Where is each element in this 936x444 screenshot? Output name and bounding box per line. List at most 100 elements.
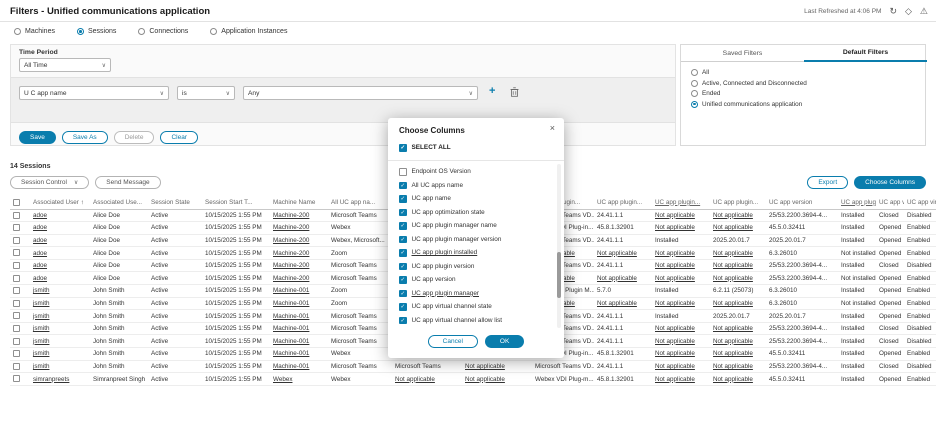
cell-machine[interactable]: Machine-200 xyxy=(270,259,328,272)
cell-user[interactable]: adoe xyxy=(30,209,90,222)
column-option[interactable]: ✓UC app plugin version xyxy=(399,260,549,274)
cell-plugin_version[interactable]: Not applicable xyxy=(710,297,766,310)
cell-machine[interactable]: Machine-001 xyxy=(270,335,328,348)
checked-checkbox[interactable]: ✓ xyxy=(399,263,407,271)
cell-mgr_version[interactable]: Not applicable xyxy=(594,297,652,310)
column-option[interactable]: ✓UC app plugin installed xyxy=(399,246,549,260)
checked-checkbox[interactable]: ✓ xyxy=(399,303,407,311)
cell-plugin_version[interactable]: Not applicable xyxy=(710,209,766,222)
cell-machine[interactable]: Machine-001 xyxy=(270,348,328,361)
row-checkbox[interactable] xyxy=(13,249,20,256)
column-option[interactable]: ✓UC app plugin manager xyxy=(399,287,549,301)
cell-mgr_version[interactable]: Not applicable xyxy=(594,247,652,260)
row-checkbox[interactable] xyxy=(13,300,20,307)
cell-user[interactable]: jsmith xyxy=(30,310,90,323)
column-header-plugin_installed[interactable]: UC app plugin... xyxy=(652,196,710,209)
cell-plugin_version[interactable]: Not applicable xyxy=(710,322,766,335)
session-control-button[interactable]: Session Control ∨ xyxy=(10,176,89,189)
send-message-button[interactable]: Send Message xyxy=(95,176,160,189)
checked-checkbox[interactable]: ✓ xyxy=(399,290,407,298)
save-button[interactable]: Save xyxy=(19,131,56,144)
row-checkbox[interactable] xyxy=(13,338,20,345)
column-option[interactable]: ✓UC app plugin manager name xyxy=(399,219,549,233)
cell-plugin_version[interactable]: Not applicable xyxy=(710,247,766,260)
row-checkbox[interactable] xyxy=(13,287,20,294)
column-header-apps[interactable]: All UC app na... xyxy=(328,196,392,209)
column-header-start[interactable]: Session Start T... xyxy=(202,196,270,209)
view-option-machines[interactable]: Machines xyxy=(14,28,55,35)
cell-plugin_version[interactable]: Not applicable xyxy=(710,360,766,373)
save-as-button[interactable]: Save As xyxy=(62,131,108,144)
delete-button[interactable]: Delete xyxy=(114,131,155,144)
delete-condition-icon[interactable] xyxy=(510,87,519,97)
cell-mgr_version[interactable]: Not applicable xyxy=(594,272,652,285)
column-option[interactable]: ✓UC app virtual channel allow list xyxy=(399,314,549,328)
header-checkbox[interactable] xyxy=(13,199,20,206)
cell-opt_state[interactable]: Not applicable xyxy=(462,373,532,386)
cell-plugin_installed[interactable]: Not applicable xyxy=(652,222,710,235)
column-header-plugin_version[interactable]: UC app plugin... xyxy=(710,196,766,209)
cell-plugin_version[interactable]: Not applicable xyxy=(710,335,766,348)
unchecked-checkbox[interactable] xyxy=(399,168,407,176)
column-header-vc_state[interactable]: UC app virtua... xyxy=(876,196,904,209)
cell-user[interactable]: jsmith xyxy=(30,322,90,335)
cell-plugin_installed[interactable]: Not applicable xyxy=(652,209,710,222)
cancel-button[interactable]: Cancel xyxy=(428,335,478,348)
cell-machine[interactable]: Machine-001 xyxy=(270,297,328,310)
column-option[interactable]: Endpoint OS Version xyxy=(399,165,549,179)
filter-value-select[interactable]: Any ∨ xyxy=(243,86,478,100)
cell-opt_state[interactable]: Not applicable xyxy=(462,360,532,373)
row-checkbox[interactable] xyxy=(13,312,20,319)
filter-operator-select[interactable]: is ∨ xyxy=(177,86,235,100)
time-period-select[interactable]: All Time ∨ xyxy=(19,58,111,72)
scrollbar-thumb[interactable] xyxy=(557,252,561,298)
tab-default-filters[interactable]: Default Filters xyxy=(804,45,927,62)
cell-machine[interactable]: Machine-200 xyxy=(270,222,328,235)
cell-user[interactable]: jsmith xyxy=(30,360,90,373)
cell-plugin_installed[interactable]: Not applicable xyxy=(652,360,710,373)
cell-user[interactable]: jsmith xyxy=(30,297,90,310)
refresh-icon[interactable]: ↻ xyxy=(889,7,897,16)
cell-user[interactable]: jsmith xyxy=(30,285,90,298)
cell-machine[interactable]: Machine-001 xyxy=(270,310,328,323)
cell-machine[interactable]: Machine-001 xyxy=(270,285,328,298)
choose-columns-button[interactable]: Choose Columns xyxy=(854,176,926,189)
column-option[interactable]: ✓UC app version xyxy=(399,273,549,287)
column-option[interactable]: ✓UC app name xyxy=(399,192,549,206)
row-checkbox[interactable] xyxy=(13,363,20,370)
default-filter-option[interactable]: Ended xyxy=(691,90,807,97)
row-checkbox[interactable] xyxy=(13,375,20,382)
checked-checkbox[interactable]: ✓ xyxy=(399,249,407,257)
column-option[interactable]: ✓UC app virtual channel state xyxy=(399,300,549,314)
default-filter-option[interactable]: Unified communications application xyxy=(691,101,807,108)
column-option[interactable]: ✓All UC apps name xyxy=(399,179,549,193)
column-header-machine[interactable]: Machine Name xyxy=(270,196,328,209)
column-header-plugin_manager[interactable]: UC app plugin... xyxy=(838,196,876,209)
cell-machine[interactable]: Machine-200 xyxy=(270,234,328,247)
cell-plugin_version[interactable]: Not applicable xyxy=(710,373,766,386)
column-header-state[interactable]: Session State xyxy=(148,196,202,209)
cell-machine[interactable]: Machine-200 xyxy=(270,272,328,285)
cell-plugin_installed[interactable]: Not applicable xyxy=(652,322,710,335)
column-option[interactable]: ✓UC app optimization state xyxy=(399,206,549,220)
cell-plugin_version[interactable]: Not applicable xyxy=(710,348,766,361)
cell-user[interactable]: jsmith xyxy=(30,335,90,348)
row-checkbox[interactable] xyxy=(13,262,20,269)
view-option-application-instances[interactable]: Application Instances xyxy=(210,28,287,35)
export-icon[interactable]: ◇ xyxy=(905,7,912,16)
column-header-user[interactable]: Associated User ↑ xyxy=(30,196,90,209)
checked-checkbox[interactable]: ✓ xyxy=(399,209,407,217)
checked-checkbox[interactable]: ✓ xyxy=(399,182,407,190)
add-condition-icon[interactable]: + xyxy=(489,86,495,97)
cell-user[interactable]: adoe xyxy=(30,259,90,272)
cell-user[interactable]: simranpreets xyxy=(30,373,90,386)
cell-plugin_installed[interactable]: Not applicable xyxy=(652,373,710,386)
column-header-app_version[interactable]: UC app version xyxy=(766,196,838,209)
cell-user[interactable]: adoe xyxy=(30,272,90,285)
checked-checkbox[interactable]: ✓ xyxy=(399,195,407,203)
cell-machine[interactable]: Machine-001 xyxy=(270,322,328,335)
cell-plugin_installed[interactable]: Not applicable xyxy=(652,247,710,260)
cell-machine[interactable]: Machine-200 xyxy=(270,247,328,260)
export-button[interactable]: Export xyxy=(807,176,848,189)
checked-checkbox[interactable]: ✓ xyxy=(399,236,407,244)
